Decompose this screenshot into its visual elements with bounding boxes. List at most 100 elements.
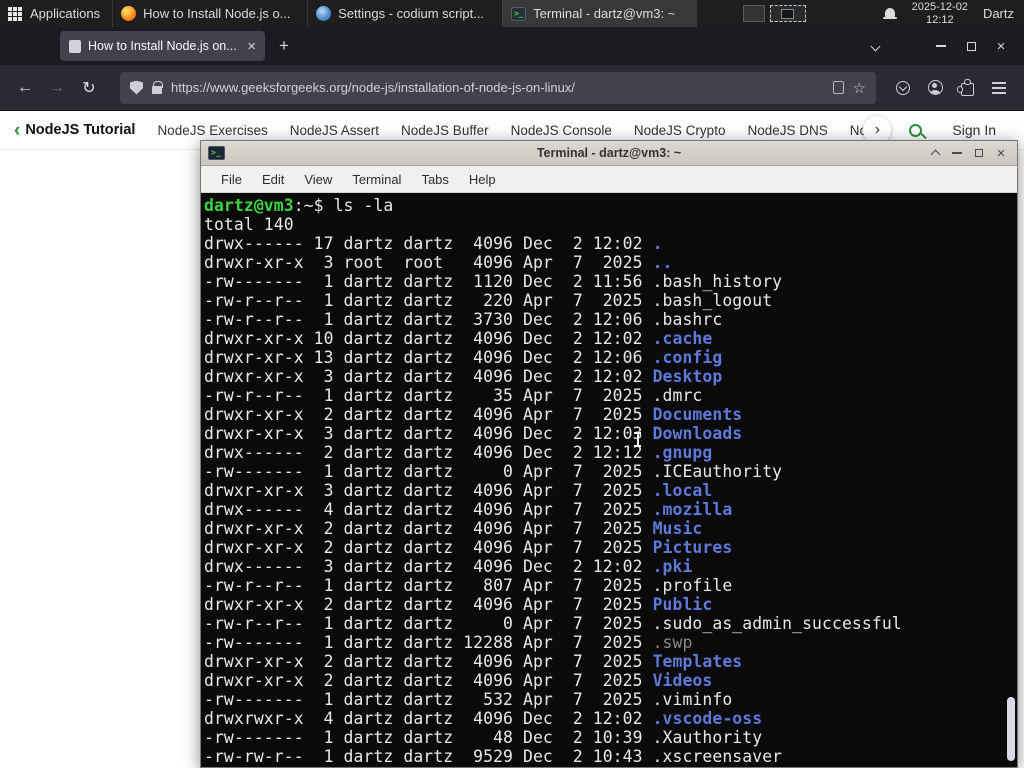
terminal-screen[interactable]: dartz@vm3:~$ ls -la total 140 drwx------ 1… <box>201 193 1017 767</box>
reload-button[interactable] <box>74 73 104 103</box>
terminal-line: dartz@vm3:~$ ls -la <box>204 196 394 215</box>
tab-list-chevron-icon[interactable] <box>864 37 886 55</box>
lock-icon[interactable] <box>152 80 163 94</box>
extensions-icon[interactable] <box>952 73 982 103</box>
url-text[interactable]: https://www.geeksforgeeks.org/node-js/in… <box>171 80 824 95</box>
menu-icon[interactable] <box>984 73 1014 103</box>
nav-link[interactable]: NodeJS Exercises <box>157 123 267 138</box>
terminal-close-button[interactable] <box>993 145 1009 161</box>
terminal-line: -rw-r--r-- 1 dartz dartz 220 Apr 7 2025 … <box>204 291 773 310</box>
nav-back-link[interactable]: ‹ NodeJS Tutorial <box>14 121 135 140</box>
nav-back-label: NodeJS Tutorial <box>25 122 136 138</box>
terminal-menubar: File Edit View Terminal Tabs Help <box>201 166 1017 193</box>
applications-label: Applications <box>30 6 101 21</box>
desktop: How to Install Node.js on... https://www… <box>0 0 1024 768</box>
browser-maximize-button[interactable] <box>956 31 986 61</box>
menu-edit[interactable]: Edit <box>252 166 294 193</box>
settings-icon <box>316 6 332 21</box>
panel-tasks: How to Install Node.js o... Settings - co… <box>112 0 698 27</box>
terminal-line: drwx------ 4 dartz dartz 4096 Apr 7 2025… <box>204 500 733 519</box>
tab-bar: How to Install Node.js on... <box>0 27 1024 65</box>
terminal-line: drwxr-xr-x 2 dartz dartz 4096 Apr 7 2025… <box>204 671 713 690</box>
workspace-2[interactable] <box>769 5 806 22</box>
back-button[interactable] <box>10 73 40 103</box>
terminal-line: -rw-r--r-- 1 dartz dartz 35 Apr 7 2025 .… <box>204 386 703 405</box>
text-cursor <box>633 431 642 448</box>
bookmark-star-icon[interactable] <box>853 79 866 97</box>
pocket-icon[interactable] <box>888 73 918 103</box>
workspace-1[interactable] <box>742 5 765 22</box>
nav-link[interactable]: NodeJS Crypto <box>634 123 726 138</box>
terminal-title: Terminal - dartz@vm3: ~ <box>536 146 682 160</box>
terminal-line: drwxr-xr-x 3 dartz dartz 4096 Dec 2 12:0… <box>204 424 743 443</box>
terminal-maximize-button[interactable] <box>971 145 987 161</box>
account-icon[interactable] <box>920 73 950 103</box>
rollup-button[interactable] <box>927 145 943 161</box>
terminal-line: drwxr-xr-x 3 dartz dartz 4096 Dec 2 12:0… <box>204 367 723 386</box>
terminal-minimize-button[interactable] <box>949 145 965 161</box>
nav-link[interactable]: NodeJS Buffer <box>401 123 489 138</box>
browser-minimize-button[interactable] <box>926 31 956 61</box>
browser-toolbar: https://www.geeksforgeeks.org/node-js/in… <box>0 65 1024 111</box>
taskbar-item-label: How to Install Node.js o... <box>143 6 291 21</box>
tab-close-icon[interactable] <box>247 39 256 54</box>
menu-terminal[interactable]: Terminal <box>342 166 411 193</box>
page-favicon-icon <box>69 39 81 53</box>
scrollbar-thumb[interactable] <box>1007 697 1015 761</box>
reader-mode-icon[interactable] <box>832 81 844 94</box>
terminal-line: -rw------- 1 dartz dartz 12288 Apr 7 202… <box>204 633 693 652</box>
taskbar-item-label: Terminal - dartz@vm3: ~ <box>533 6 676 21</box>
nav-link[interactable]: NodeJS Console <box>511 123 612 138</box>
firefox-icon <box>121 6 137 21</box>
terminal-line: total 140 <box>204 215 294 234</box>
workspace-switcher <box>742 5 806 22</box>
terminal-icon <box>208 146 225 160</box>
panel-date: 2025-12-02 <box>911 1 968 13</box>
terminal-line: drwxr-xr-x 2 dartz dartz 4096 Apr 7 2025… <box>204 652 743 671</box>
terminal-line: drwxr-xr-x 2 dartz dartz 4096 Apr 7 2025… <box>204 405 743 424</box>
taskbar-item[interactable]: How to Install Node.js o... <box>112 0 307 27</box>
new-tab-button[interactable] <box>279 37 289 56</box>
chevron-left-icon: ‹ <box>14 119 21 141</box>
tracking-shield-icon[interactable] <box>130 80 143 95</box>
panel-clock[interactable]: 2025-12-02 12:12 <box>912 1 968 26</box>
applications-grid-icon <box>8 6 22 21</box>
gfg-links: NodeJS Exercises NodeJS Assert NodeJS Buff… <box>157 123 879 138</box>
search-icon[interactable] <box>909 123 923 137</box>
menu-file[interactable]: File <box>211 166 252 193</box>
terminal-line: -rw-rw-r-- 1 dartz dartz 9529 Dec 2 10:4… <box>204 747 783 766</box>
terminal-line: -rw-r--r-- 1 dartz dartz 0 Apr 7 2025 .s… <box>204 614 902 633</box>
sign-in-button[interactable]: Sign In <box>952 122 996 138</box>
terminal-titlebar[interactable]: Terminal - dartz@vm3: ~ <box>201 141 1017 166</box>
terminal-line: drwxr-xr-x 3 dartz dartz 4096 Apr 7 2025… <box>204 481 713 500</box>
terminal-line: drwxr-xr-x 2 dartz dartz 4096 Apr 7 2025… <box>204 519 703 538</box>
terminal-line: -rw------- 1 dartz dartz 532 Apr 7 2025 … <box>204 690 733 709</box>
nav-link[interactable]: NodeJS Assert <box>290 123 379 138</box>
terminal-line: -rw------- 1 dartz dartz 1120 Dec 2 11:5… <box>204 272 783 291</box>
user-menu[interactable]: Dartz <box>983 6 1016 21</box>
terminal-line: drwxr-xr-x 10 dartz dartz 4096 Dec 2 12:… <box>204 329 713 348</box>
menu-tabs[interactable]: Tabs <box>411 166 458 193</box>
forward-button[interactable] <box>42 73 72 103</box>
terminal-line: drwxr-xr-x 3 root root 4096 Apr 7 2025 .… <box>204 253 673 272</box>
applications-menu-button[interactable]: Applications <box>0 0 112 27</box>
menu-view[interactable]: View <box>294 166 342 193</box>
taskbar-item[interactable]: Terminal - dartz@vm3: ~ <box>502 0 698 27</box>
top-panel: Applications How to Install Node.js o...… <box>0 0 1024 27</box>
browser-tab[interactable]: How to Install Node.js on... <box>60 31 265 61</box>
terminal-line: -rw------- 1 dartz dartz 48 Dec 2 10:39 … <box>204 728 763 747</box>
browser-close-button[interactable] <box>986 31 1016 61</box>
terminal-scrollbar[interactable] <box>1005 193 1017 767</box>
taskbar-item[interactable]: Settings - codium script... <box>307 0 502 27</box>
menu-help[interactable]: Help <box>459 166 506 193</box>
workspace-window-icon <box>781 8 795 19</box>
notification-bell-icon[interactable] <box>882 7 897 21</box>
tab-title: How to Install Node.js on... <box>88 39 237 53</box>
terminal-line: drwxr-xr-x 2 dartz dartz 4096 Apr 7 2025… <box>204 595 713 614</box>
terminal-window: Terminal - dartz@vm3: ~ FileEditViewTerm… <box>200 140 1018 768</box>
url-bar[interactable]: https://www.geeksforgeeks.org/node-js/in… <box>120 71 876 104</box>
nav-link[interactable]: NodeJS DNS <box>747 123 827 138</box>
panel-time: 12:12 <box>926 13 954 26</box>
terminal-line: -rw-r--r-- 1 dartz dartz 3730 Dec 2 12:0… <box>204 310 723 329</box>
terminal-line: drwxr-xr-x 13 dartz dartz 4096 Dec 2 12:… <box>204 348 723 367</box>
